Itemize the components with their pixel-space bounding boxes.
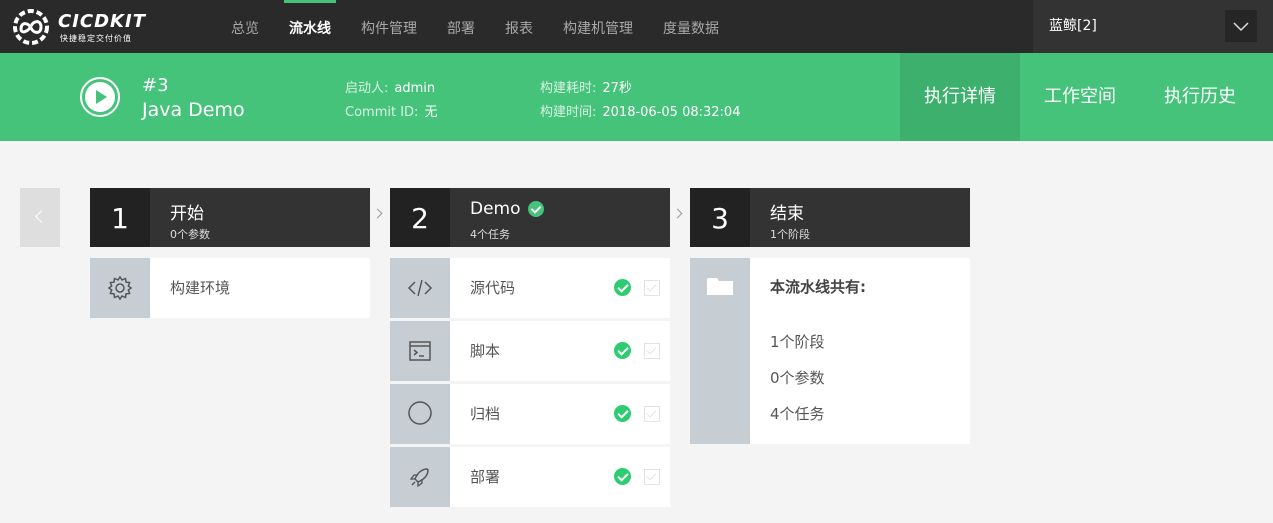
stage-title: 开始 xyxy=(170,204,204,224)
rocket-icon xyxy=(390,447,450,507)
starter-value: admin xyxy=(394,81,436,96)
duration-value: 27秒 xyxy=(602,81,632,96)
task-label: 源代码 xyxy=(470,279,516,297)
summary-task-count: 4个任务 xyxy=(770,405,825,423)
task-script[interactable]: 脚本 xyxy=(390,321,670,381)
check-circle-icon xyxy=(614,342,631,359)
stage-subtitle: 0个参数 xyxy=(170,228,210,241)
nav-item-overview[interactable]: 总览 xyxy=(231,0,259,53)
stage-end: 3 结束 1个阶段 本流水线共有: 1个阶段 0个参数 4个任务 xyxy=(690,188,970,444)
task-build-env[interactable]: 构建环境 xyxy=(90,258,370,318)
stage-number: 3 xyxy=(690,188,750,247)
terminal-icon xyxy=(390,321,450,381)
summary-param-count: 0个参数 xyxy=(770,369,825,387)
run-number: #3 xyxy=(142,75,169,96)
duration-label: 构建耗时: xyxy=(540,81,597,96)
stage-header[interactable]: 1 开始 0个参数 xyxy=(90,188,370,247)
top-nav: CICDKIT 快捷稳定交付价值 总览 流水线 构件管理 部署 报表 构建机管理… xyxy=(0,0,1273,53)
task-label: 部署 xyxy=(470,468,501,486)
logo[interactable]: CICDKIT 快捷稳定交付价值 xyxy=(10,8,170,46)
check-circle-icon xyxy=(614,405,631,422)
task-checkbox[interactable] xyxy=(644,343,660,359)
commit-label: Commit ID: xyxy=(345,105,419,120)
nav-item-build-machines[interactable]: 构建机管理 xyxy=(563,0,633,53)
folder-icon xyxy=(707,278,733,295)
starter-label: 启动人: xyxy=(345,81,389,96)
pipeline-summary: 本流水线共有: 1个阶段 0个参数 4个任务 xyxy=(690,258,970,444)
nav-item-deploy[interactable]: 部署 xyxy=(447,0,475,53)
tab-workspace[interactable]: 工作空间 xyxy=(1020,53,1140,141)
gear-icon xyxy=(90,258,150,318)
summary-title: 本流水线共有: xyxy=(770,278,866,296)
pipeline-name: Java Demo xyxy=(142,99,245,121)
tab-history[interactable]: 执行历史 xyxy=(1140,53,1260,141)
task-label: 脚本 xyxy=(470,342,501,360)
nav-item-reports[interactable]: 报表 xyxy=(505,0,533,53)
task-source-code[interactable]: 源代码 xyxy=(390,258,670,318)
stage-success-icon xyxy=(528,201,544,217)
stage-subtitle: 4个任务 xyxy=(470,228,510,241)
nav-item-pipeline[interactable]: 流水线 xyxy=(284,0,336,53)
task-checkbox[interactable] xyxy=(644,406,660,422)
chevron-down-icon xyxy=(1233,22,1249,32)
nav-item-artifacts[interactable]: 构件管理 xyxy=(361,0,417,53)
scroll-left-button[interactable] xyxy=(20,188,60,247)
task-checkbox[interactable] xyxy=(644,280,660,296)
logo-slogan: 快捷稳定交付价值 xyxy=(60,34,132,43)
stage-header[interactable]: 2 Demo 4个任务 xyxy=(390,188,670,247)
chevron-right-icon xyxy=(374,208,382,216)
stage-number: 2 xyxy=(390,188,450,247)
stage-title: 结束 xyxy=(770,204,804,224)
tab-execution-details[interactable]: 执行详情 xyxy=(900,53,1020,141)
stage-start: 1 开始 0个参数 构建环境 xyxy=(90,188,370,318)
stage-title: Demo xyxy=(470,199,521,219)
duration-info: 构建耗时: 27秒 xyxy=(540,77,632,96)
nav-item-metrics[interactable]: 度量数据 xyxy=(663,0,719,53)
user-menu[interactable]: 蓝鲸[2] xyxy=(1033,0,1273,53)
build-time-value: 2018-06-05 08:32:04 xyxy=(602,105,741,120)
circle-icon xyxy=(390,384,450,444)
task-label: 构建环境 xyxy=(170,279,231,297)
task-archive[interactable]: 归档 xyxy=(390,384,670,444)
check-circle-icon xyxy=(614,279,631,296)
commit-info: Commit ID: 无 xyxy=(345,101,437,120)
summary-stage-count: 1个阶段 xyxy=(770,333,825,351)
stage-subtitle: 1个阶段 xyxy=(770,228,810,241)
build-time-info: 构建时间: 2018-06-05 08:32:04 xyxy=(540,101,740,120)
stage-header[interactable]: 3 结束 1个阶段 xyxy=(690,188,970,247)
commit-value: 无 xyxy=(424,105,438,120)
stage-number: 1 xyxy=(90,188,150,247)
task-label: 归档 xyxy=(470,405,501,423)
check-circle-icon xyxy=(614,468,631,485)
stage-demo: 2 Demo 4个任务 源代码 脚本 归档 部署 xyxy=(390,188,670,507)
logo-icon xyxy=(13,9,49,45)
starter-info: 启动人: admin xyxy=(345,77,435,96)
user-dropdown-button[interactable] xyxy=(1225,10,1257,42)
task-deploy[interactable]: 部署 xyxy=(390,447,670,507)
play-icon[interactable] xyxy=(80,77,120,117)
summary-sidebar xyxy=(690,258,750,444)
code-icon xyxy=(390,258,450,318)
logo-text: CICDKIT xyxy=(58,11,146,32)
build-time-label: 构建时间: xyxy=(540,105,597,120)
user-name: 蓝鲸[2] xyxy=(1049,18,1097,34)
task-checkbox[interactable] xyxy=(644,469,660,485)
run-header: #3 Java Demo 启动人: admin Commit ID: 无 构建耗时:… xyxy=(0,53,1273,141)
chevron-right-icon xyxy=(674,208,682,216)
